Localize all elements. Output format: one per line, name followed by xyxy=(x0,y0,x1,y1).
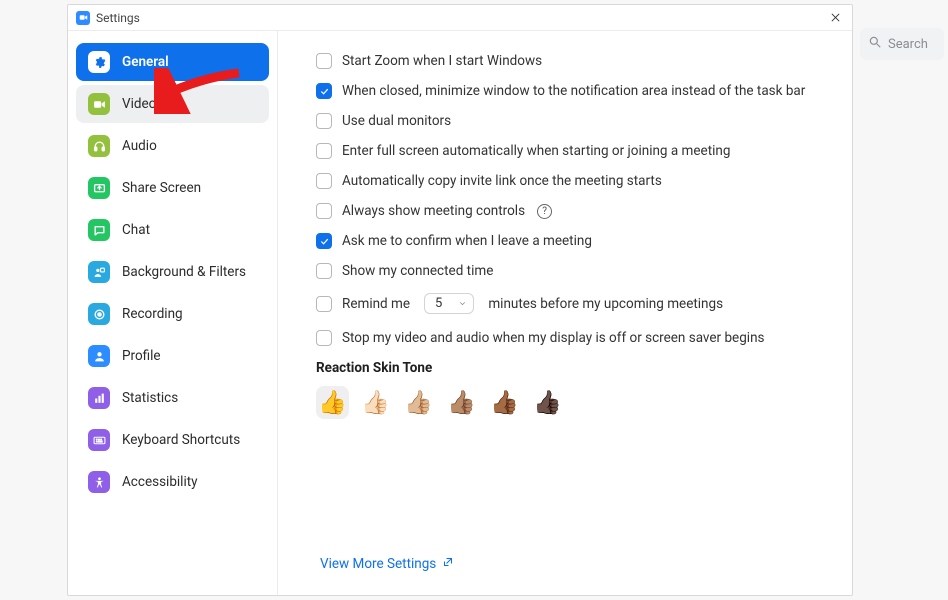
option-row: Show my connected time xyxy=(316,259,822,283)
sidebar-item-label: Profile xyxy=(122,348,161,364)
option-row: Enter full screen automatically when sta… xyxy=(316,139,822,163)
backdrop-search-placeholder: Search xyxy=(888,37,928,52)
titlebar: Settings xyxy=(68,5,852,31)
sidebar-item-label: Keyboard Shortcuts xyxy=(122,432,240,448)
option-row: Start Zoom when I start Windows xyxy=(316,49,822,73)
sidebar-item-background-filters[interactable]: Background & Filters xyxy=(76,253,269,291)
sidebar-item-label: Video xyxy=(122,96,156,112)
window-close-button[interactable] xyxy=(826,9,844,27)
search-icon xyxy=(868,35,882,53)
view-more-settings-link[interactable]: View More Settings xyxy=(320,556,454,572)
skin-tone-option[interactable]: 👍🏼 xyxy=(402,386,435,419)
remind-minutes-select[interactable]: 5 xyxy=(424,293,474,314)
sidebar-item-label: Share Screen xyxy=(122,180,201,196)
backdrop-search[interactable]: Search xyxy=(860,28,944,60)
sidebar-item-profile[interactable]: Profile xyxy=(76,337,269,375)
sidebar-item-chat[interactable]: Chat xyxy=(76,211,269,249)
checkbox[interactable] xyxy=(316,143,332,159)
sidebar-item-accessibility[interactable]: Accessibility xyxy=(76,463,269,501)
sidebar-item-label: Recording xyxy=(122,306,183,322)
checkbox[interactable] xyxy=(316,233,332,249)
checkbox[interactable] xyxy=(316,53,332,69)
option-label: Show my connected time xyxy=(342,263,493,279)
option-label: Start Zoom when I start Windows xyxy=(342,53,542,69)
headphones-icon xyxy=(88,135,110,157)
option-row: Always show meeting controls? xyxy=(316,199,822,223)
settings-window: Settings General Video Audio Share Scree… xyxy=(67,4,853,596)
gear-icon xyxy=(88,51,110,73)
skin-tone-option[interactable]: 👍🏻 xyxy=(359,386,392,419)
checkbox[interactable] xyxy=(316,203,332,219)
option-row: Stop my video and audio when my display … xyxy=(316,326,822,350)
profile-icon xyxy=(88,345,110,367)
stats-icon xyxy=(88,387,110,409)
sidebar-item-general[interactable]: General xyxy=(76,43,269,81)
record-icon xyxy=(88,303,110,325)
skin-tone-option[interactable]: 👍🏾 xyxy=(488,386,521,419)
sidebar-item-label: General xyxy=(122,54,169,70)
checkbox[interactable] xyxy=(316,330,332,346)
sidebar-item-audio[interactable]: Audio xyxy=(76,127,269,165)
info-icon[interactable]: ? xyxy=(537,204,552,219)
option-label: Always show meeting controls xyxy=(342,203,525,219)
sidebar-item-share-screen[interactable]: Share Screen xyxy=(76,169,269,207)
option-label: Ask me to confirm when I leave a meeting xyxy=(342,233,592,249)
checkbox[interactable] xyxy=(316,113,332,129)
option-label: Enter full screen automatically when sta… xyxy=(342,143,730,159)
window-title: Settings xyxy=(96,11,140,25)
option-label: Automatically copy invite link once the … xyxy=(342,173,662,189)
sidebar-item-label: Accessibility xyxy=(122,474,198,490)
option-row-remind: Remind me 5 minutes before my upcoming mee… xyxy=(316,289,822,318)
app-icon xyxy=(76,11,90,25)
sidebar-item-label: Statistics xyxy=(122,390,178,406)
option-label: Stop my video and audio when my display … xyxy=(342,330,765,346)
settings-sidebar: General Video Audio Share Screen Chat Ba… xyxy=(68,31,278,595)
option-row: When closed, minimize window to the noti… xyxy=(316,79,822,103)
checkbox[interactable] xyxy=(316,173,332,189)
option-row: Ask me to confirm when I leave a meeting xyxy=(316,229,822,253)
a11y-icon xyxy=(88,471,110,493)
share-icon xyxy=(88,177,110,199)
checkbox[interactable] xyxy=(316,83,332,99)
remind-prefix: Remind me xyxy=(342,296,410,312)
reaction-skin-tone-title: Reaction Skin Tone xyxy=(316,360,822,376)
bgfilter-icon xyxy=(88,261,110,283)
remind-suffix: minutes before my upcoming meetings xyxy=(488,296,723,312)
skin-tone-option[interactable]: 👍 xyxy=(316,386,349,419)
settings-content-general: Start Zoom when I start Windows When clos… xyxy=(278,31,852,595)
sidebar-item-label: Chat xyxy=(122,222,150,238)
sidebar-item-label: Audio xyxy=(122,138,157,154)
option-label: Use dual monitors xyxy=(342,113,451,129)
video-icon xyxy=(88,93,110,115)
view-more-settings-label: View More Settings xyxy=(320,556,436,572)
chevron-down-icon xyxy=(458,299,467,308)
skin-tone-option[interactable]: 👍🏿 xyxy=(531,386,564,419)
option-label: When closed, minimize window to the noti… xyxy=(342,83,805,99)
external-link-icon xyxy=(442,556,454,572)
sidebar-item-recording[interactable]: Recording xyxy=(76,295,269,333)
option-row: Automatically copy invite link once the … xyxy=(316,169,822,193)
checkbox[interactable] xyxy=(316,263,332,279)
remind-value: 5 xyxy=(435,296,442,311)
chat-icon xyxy=(88,219,110,241)
option-row: Use dual monitors xyxy=(316,109,822,133)
sidebar-item-label: Background & Filters xyxy=(122,264,246,280)
sidebar-item-keyboard-shortcuts[interactable]: Keyboard Shortcuts xyxy=(76,421,269,459)
sidebar-item-video[interactable]: Video xyxy=(76,85,269,123)
skin-tone-row: 👍 👍🏻 👍🏼 👍🏽 👍🏾 👍🏿 xyxy=(316,386,822,419)
skin-tone-option[interactable]: 👍🏽 xyxy=(445,386,478,419)
sidebar-item-statistics[interactable]: Statistics xyxy=(76,379,269,417)
keyboard-icon xyxy=(88,429,110,451)
checkbox[interactable] xyxy=(316,296,332,312)
